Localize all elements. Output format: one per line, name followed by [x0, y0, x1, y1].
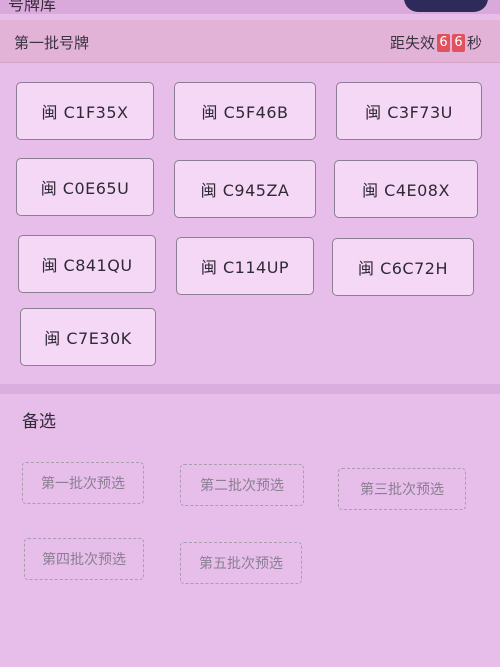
plate-option[interactable]: 闽 C114UP	[176, 237, 314, 295]
app-title: 号牌库	[8, 0, 57, 14]
plate-option[interactable]: 闽 C1F35X	[16, 82, 154, 140]
alternate-batch-button[interactable]: 第三批次预选	[338, 468, 466, 510]
batch-title: 第一批号牌	[14, 34, 90, 52]
batch-header: 第一批号牌 距失效 6 6 秒	[0, 20, 500, 63]
top-action-button[interactable]	[404, 0, 488, 12]
alternates-title: 备选	[22, 412, 56, 432]
alternate-batch-button[interactable]: 第五批次预选	[180, 542, 302, 584]
countdown-digit: 6	[451, 33, 465, 52]
countdown-prefix: 距失效	[389, 34, 435, 52]
section-divider	[0, 384, 500, 394]
plate-option[interactable]: 闽 C7E30K	[20, 308, 156, 366]
plate-option[interactable]: 闽 C841QU	[18, 235, 156, 293]
countdown: 距失效 6 6 秒	[390, 32, 482, 53]
plate-option[interactable]: 闽 C0E65U	[16, 158, 154, 216]
plate-option[interactable]: 闽 C4E08X	[334, 160, 478, 218]
alternate-batch-button[interactable]: 第一批次预选	[22, 462, 144, 504]
plate-option[interactable]: 闽 C5F46B	[174, 82, 316, 140]
top-bar: 号牌库	[0, 0, 500, 14]
alternate-batch-button[interactable]: 第四批次预选	[24, 538, 144, 580]
plate-option[interactable]: 闽 C6C72H	[332, 238, 474, 296]
countdown-suffix: 秒	[466, 34, 482, 52]
plate-option[interactable]: 闽 C945ZA	[174, 160, 316, 218]
plate-option[interactable]: 闽 C3F73U	[336, 82, 482, 140]
countdown-digit: 6	[436, 33, 450, 52]
alternate-batch-button[interactable]: 第二批次预选	[180, 464, 304, 506]
